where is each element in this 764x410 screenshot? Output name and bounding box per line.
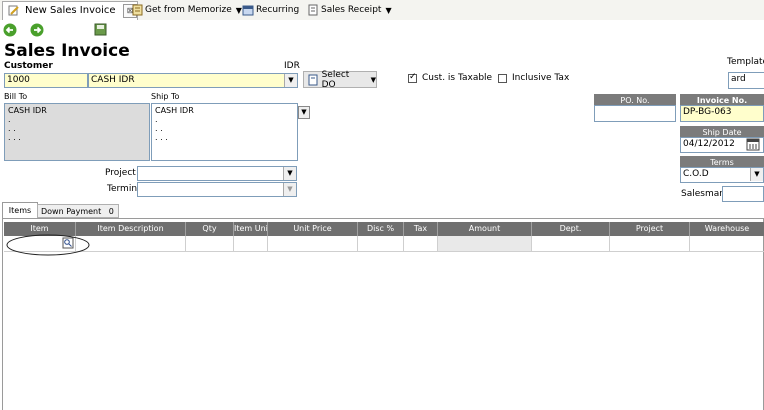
column-header-item-unit[interactable]: Item Unit [234,222,268,236]
invoice-no-label: Invoice No. [680,94,764,105]
checkbox-box[interactable]: ✓ [408,71,417,83]
item-description-cell[interactable] [76,236,186,251]
termin-label: Termin [107,184,138,194]
toolbar [0,20,764,40]
project-label: Project [105,168,136,178]
recurring-button[interactable]: Recurring [242,2,299,18]
sales-receipt-label: Sales Receipt [321,5,382,15]
item-unit-cell[interactable] [234,236,268,251]
page-title: Sales Invoice [4,41,130,61]
ship-to-address[interactable]: CASH IDR . . . . . . [151,103,298,161]
tab-items[interactable]: Items [2,202,38,219]
currency-label: IDR [284,61,300,71]
document-icon [308,74,318,85]
memorize-icon [132,4,143,16]
column-header-amount[interactable]: Amount [438,222,532,236]
receipt-icon [308,4,318,16]
forward-arrow-icon[interactable] [30,23,44,37]
qty-cell[interactable] [186,236,234,251]
tax-cell[interactable] [404,236,438,251]
down-payment-count: 0 [108,207,114,216]
customer-code-field[interactable]: 1000 [4,73,88,88]
customer-name-combo[interactable]: CASH IDR ▼ [88,73,298,88]
terms-combo[interactable]: C.O.D ▼ [680,167,764,183]
chevron-down-icon[interactable]: ▼ [283,167,296,180]
column-header-tax[interactable]: Tax [404,222,438,236]
inclusive-tax-checkbox[interactable]: Inclusive Tax [498,73,569,83]
customer-name-value: CASH IDR [91,75,135,85]
select-do-button[interactable]: Select DO ▼ [303,69,377,90]
back-arrow-icon[interactable] [3,23,17,37]
memorize-label: Get from Memorize [145,5,232,15]
recurring-icon [242,5,254,16]
amount-cell [438,236,532,251]
column-header-unit-price[interactable]: Unit Price [268,222,358,236]
items-grid-header: Item Item Description Qty Item Unit Unit… [4,222,764,236]
ship-date-label: Ship Date [680,126,764,137]
ship-date-value: 04/12/2012 [683,139,735,149]
terms-label: Terms [680,156,764,167]
cust-taxable-label: Cust. is Taxable [422,73,493,83]
ship-to-label: Ship To [151,92,180,101]
invoice-no-field[interactable]: DP-BG-063 [680,105,764,122]
project-cell[interactable] [610,236,690,251]
po-no-label: PO. No. [594,94,676,105]
save-icon[interactable] [94,23,107,36]
chevron-down-icon: ▼ [283,183,296,196]
chevron-down-icon: ▼ [385,5,392,15]
termin-combo[interactable]: ▼ [137,182,297,197]
select-do-label: Select DO [321,69,350,90]
check-icon: ✓ [409,71,417,82]
column-header-dept[interactable]: Dept. [532,222,610,236]
column-header-qty[interactable]: Qty [186,222,234,236]
pencil-document-icon [8,5,19,16]
bill-to-label: Bill To [4,92,28,101]
warehouse-cell[interactable] [690,236,764,251]
get-from-memorize-button[interactable]: Get from Memorize ▼ [132,2,242,18]
disc-cell[interactable] [358,236,404,251]
checkbox-box[interactable] [498,73,507,83]
inclusive-tax-label: Inclusive Tax [512,73,570,83]
chevron-down-icon: ▼ [370,75,376,84]
column-header-warehouse[interactable]: Warehouse [690,222,764,236]
unit-price-cell[interactable] [268,236,358,251]
tab-down-payment[interactable]: Down Payment 0 [37,204,119,218]
tab-new-sales-invoice[interactable]: New Sales Invoice ⊠ [2,1,138,20]
recurring-label: Recurring [256,5,300,15]
down-payment-label: Down Payment [41,207,102,216]
template-field[interactable]: ard [728,72,764,89]
table-row[interactable] [4,236,764,252]
bill-to-address: CASH IDR . . . . . . [4,103,150,161]
ship-to-dropdown[interactable]: ▼ [298,106,310,119]
customer-label: Customer [4,61,53,71]
sales-receipt-button[interactable]: Sales Receipt ▼ [307,2,392,18]
chevron-down-icon: ▼ [235,5,242,15]
terms-value: C.O.D [683,169,709,179]
chevron-down-icon[interactable]: ▼ [750,168,763,181]
column-header-project[interactable]: Project [610,222,690,236]
calendar-icon[interactable] [746,138,760,151]
column-header-disc[interactable]: Disc % [358,222,404,236]
po-no-field[interactable] [594,105,676,122]
dept-cell[interactable] [532,236,610,251]
highlight-ellipse [6,234,90,256]
chevron-down-icon[interactable]: ▼ [284,74,297,87]
salesman-label: Salesman [681,189,725,199]
column-header-item-description[interactable]: Item Description [76,222,186,236]
cust-taxable-checkbox[interactable]: ✓ Cust. is Taxable [408,71,493,83]
salesman-field[interactable] [722,186,764,202]
project-combo[interactable]: ▼ [137,166,297,181]
tab-title: New Sales Invoice [25,5,116,16]
template-label: Template [727,57,764,67]
